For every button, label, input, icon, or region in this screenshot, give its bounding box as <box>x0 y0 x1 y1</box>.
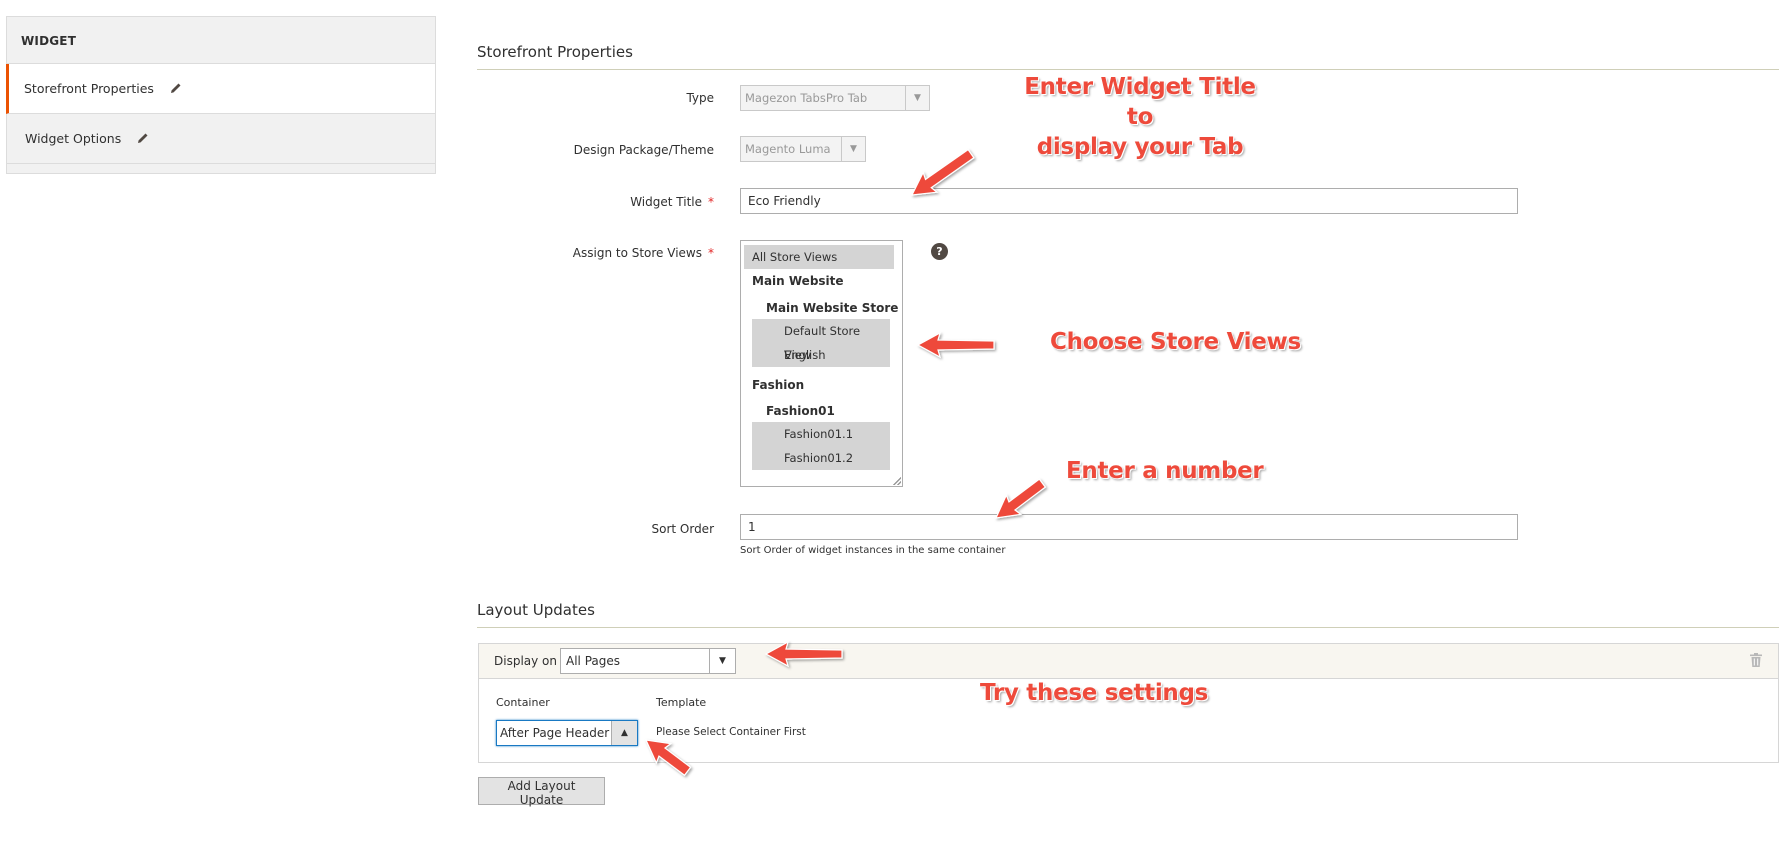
arrow-icon <box>916 331 995 359</box>
arrow-icon <box>764 640 843 668</box>
arrow-icon <box>644 739 692 777</box>
arrow-icon <box>994 478 1047 519</box>
annotation-arrows <box>644 148 1047 777</box>
arrow-icon <box>910 148 975 196</box>
